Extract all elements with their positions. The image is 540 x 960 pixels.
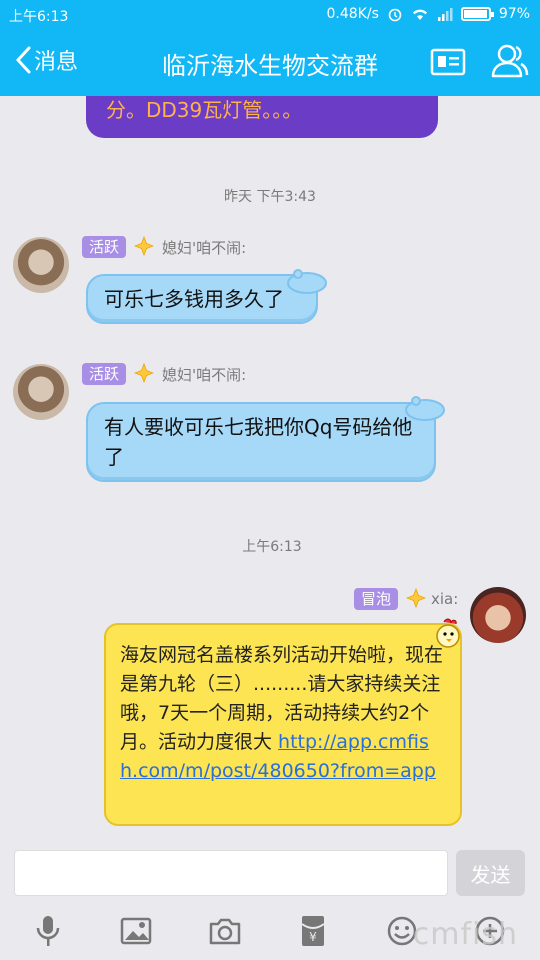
battery-icon — [460, 7, 494, 21]
sender-name: 媳妇'咱不闹: — [162, 366, 247, 384]
title-bar: 消息 临沂海水生物交流群 — [0, 30, 540, 96]
star-icon — [134, 236, 154, 256]
star-icon — [134, 363, 154, 383]
group-members-icon[interactable] — [490, 42, 530, 80]
sender-name: xia: — [431, 590, 459, 608]
camera-button[interactable] — [208, 914, 242, 948]
watermark: cmfish — [412, 917, 518, 952]
bubble-decoration-icon — [287, 269, 327, 294]
signal-icon — [437, 8, 453, 21]
activity-badge: 活跃 — [82, 236, 127, 258]
camera-icon — [209, 918, 241, 945]
status-bar: 上午6:13 0.48K/s 97% — [0, 0, 540, 30]
bubble-decoration-icon — [405, 396, 445, 421]
microphone-icon — [36, 916, 60, 946]
avatar[interactable] — [13, 364, 69, 420]
voice-button[interactable] — [31, 914, 65, 948]
wifi-icon — [412, 9, 427, 20]
alarm-icon — [388, 8, 402, 22]
status-time: 上午6:13 — [9, 9, 69, 25]
chat-area[interactable]: 分。DD39瓦灯管。。。 昨天 下午3:43 活跃 媳妇'咱不闹: 可乐七多钱用… — [0, 96, 540, 836]
sender-name: 媳妇'咱不闹: — [162, 239, 247, 257]
network-speed: 0.48K/s — [326, 6, 379, 22]
activity-badge: 冒泡 — [354, 588, 399, 610]
status-right: 0.48K/s 97% — [327, 6, 531, 22]
activity-badge: 活跃 — [82, 363, 127, 385]
avatar[interactable] — [470, 587, 526, 643]
battery-percent: 97% — [498, 6, 530, 22]
message-bubble[interactable]: 海友网冠名盖楼系列活动开始啦，现在是第九轮（三）.........请大家持续关注… — [104, 623, 462, 826]
timestamp: 上午6:13 — [242, 539, 302, 555]
input-bar: 发送 ¥ cmfish — [0, 836, 540, 960]
timestamp: 昨天 下午3:43 — [224, 189, 316, 205]
message-input[interactable] — [14, 850, 448, 896]
image-icon — [120, 917, 152, 945]
send-button[interactable]: 发送 — [456, 850, 525, 896]
red-packet-button[interactable]: ¥ — [296, 914, 330, 948]
image-button[interactable] — [119, 914, 153, 948]
svg-text:¥: ¥ — [309, 930, 317, 944]
message-text: 有人要收可乐七我把你Qq号码给他了 — [104, 415, 413, 469]
partial-message-bubble[interactable]: 分。DD39瓦灯管。。。 — [86, 96, 438, 138]
profile-card-icon[interactable] — [430, 47, 466, 77]
avatar[interactable] — [13, 237, 69, 293]
chicken-decoration-icon — [436, 618, 460, 648]
red-packet-icon: ¥ — [301, 916, 325, 946]
message-bubble[interactable]: 可乐七多钱用多久了 — [86, 274, 318, 324]
message-bubble[interactable]: 有人要收可乐七我把你Qq号码给他了 — [86, 402, 436, 482]
star-icon — [406, 588, 426, 608]
partial-message-text: 分。DD39瓦灯管。。。 — [106, 98, 303, 122]
message-text: 可乐七多钱用多久了 — [104, 287, 284, 311]
